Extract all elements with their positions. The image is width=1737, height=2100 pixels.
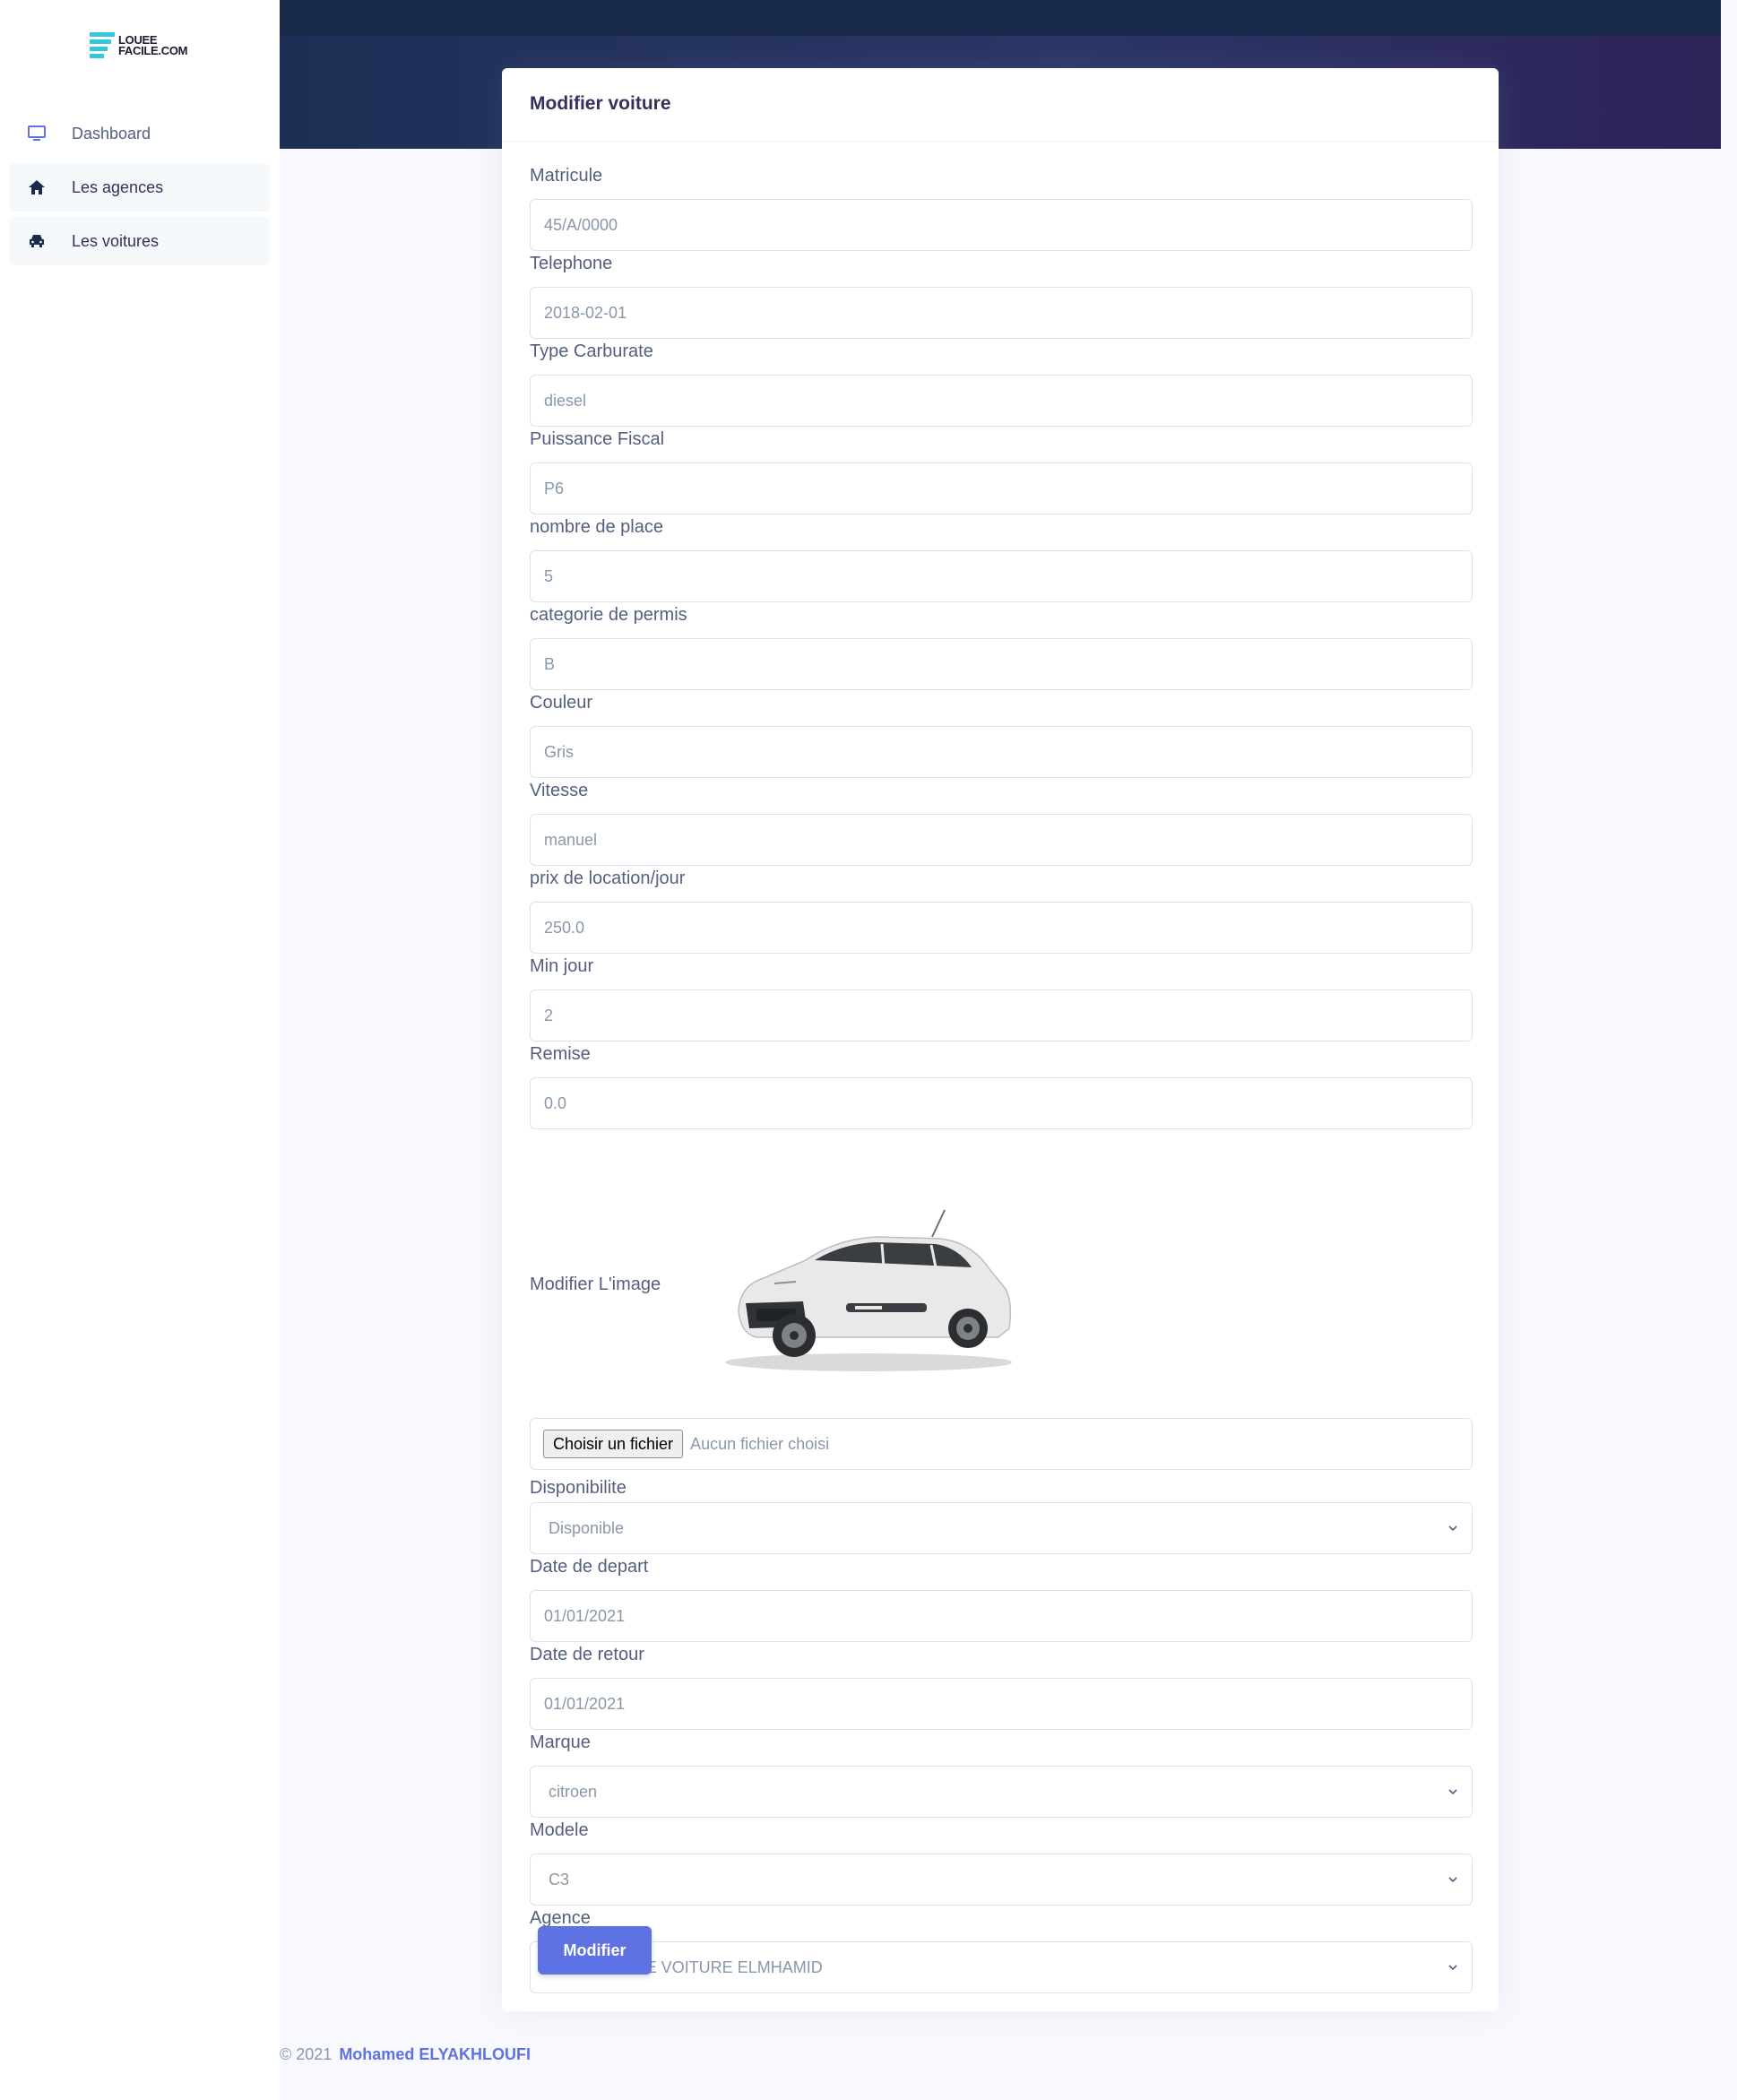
lower-fields: Disponibilite Disponible Date de depart …: [530, 1475, 1473, 1993]
field-label: Telephone: [530, 254, 613, 273]
sidebar-item-dashboard[interactable]: Dashboard: [9, 109, 270, 158]
field-label: Date de retour: [530, 1645, 644, 1664]
modele-select[interactable]: C3: [530, 1854, 1473, 1906]
chevron-down-icon: [1448, 1525, 1457, 1532]
edit-car-card: Modifier voiture Matricule 45/A/0000 Tel…: [502, 68, 1499, 2011]
field-date-retour: Date de retour 01/01/2021: [530, 1642, 1473, 1730]
field-remise: Remise 0.0: [530, 1041, 1473, 1129]
matricule-input[interactable]: 45/A/0000: [530, 199, 1473, 251]
car-icon: [27, 231, 47, 251]
edit-car-form: Matricule 45/A/0000 Telephone 2018-02-01…: [530, 163, 1473, 1993]
vitesse-input[interactable]: manuel: [530, 814, 1473, 866]
min-jour-input[interactable]: 2: [530, 990, 1473, 1041]
sidebar: LOUEE FACILE.COM Dashboard Les agences L…: [0, 0, 280, 2100]
field-label: Min jour: [530, 956, 594, 976]
field-label: categorie de permis: [530, 605, 687, 625]
footer-copyright: © 2021: [280, 2045, 333, 2063]
chevron-down-icon: [1448, 1877, 1457, 1883]
chevron-down-icon: [1448, 1965, 1457, 1971]
field-label: Remise: [530, 1044, 591, 1064]
field-couleur: Couleur Gris: [530, 690, 1473, 778]
modifier-button[interactable]: Modifier: [538, 1926, 652, 1975]
categorie-permis-input[interactable]: B: [530, 638, 1473, 690]
image-section: Modifier L'image: [530, 1203, 1473, 1382]
main-content: Modifier voiture Matricule 45/A/0000 Tel…: [280, 0, 1737, 2100]
sidebar-item-label: Dashboard: [72, 124, 151, 143]
brand-logo[interactable]: LOUEE FACILE.COM: [90, 32, 187, 58]
file-upload-field[interactable]: Choisir un fichier Aucun fichier choisi: [530, 1418, 1473, 1470]
puissance-fiscal-input[interactable]: P6: [530, 462, 1473, 514]
choose-file-button[interactable]: Choisir un fichier: [543, 1430, 684, 1458]
field-label: prix de location/jour: [530, 869, 686, 888]
agence-select[interactable]: LOCATION DE VOITURE ELMHAMID: [530, 1941, 1473, 1993]
chevron-down-icon: [1448, 1789, 1457, 1795]
field-label: Marque: [530, 1733, 591, 1752]
field-label: Vitesse: [530, 781, 589, 800]
prix-location-input[interactable]: 250.0: [530, 902, 1473, 954]
sidebar-item-agences[interactable]: Les agences: [9, 163, 270, 212]
car-image: [725, 1209, 1012, 1371]
field-label: Type Carburate: [530, 341, 653, 361]
field-label: nombre de place: [530, 517, 663, 537]
field-label: Agence: [530, 1908, 591, 1928]
field-vitesse: Vitesse manuel: [530, 778, 1473, 866]
file-status: Aucun fichier choisi: [690, 1434, 830, 1453]
monitor-icon: [27, 124, 47, 143]
field-puissance-fiscal: Puissance Fiscal P6: [530, 427, 1473, 514]
field-disponibilite: Disponibilite Disponible: [530, 1475, 1473, 1554]
field-matricule: Matricule 45/A/0000: [530, 163, 1473, 251]
field-label: Puissance Fiscal: [530, 429, 665, 449]
field-telephone: Telephone 2018-02-01: [530, 251, 1473, 339]
footer: © 2021 Mohamed ELYAKHLOUFI: [280, 2045, 531, 2064]
field-prix-location: prix de location/jour 250.0: [530, 866, 1473, 954]
logo-line2: FACILE.COM: [118, 43, 188, 57]
field-label: Date de depart: [530, 1557, 649, 1577]
top-navbar: [280, 0, 1721, 36]
home-icon: [27, 177, 47, 197]
date-retour-input[interactable]: 01/01/2021: [530, 1678, 1473, 1730]
field-agence: Agence LOCATION DE VOITURE ELMHAMID: [530, 1906, 1473, 1993]
field-nombre-place: nombre de place 5: [530, 514, 1473, 602]
sidebar-item-voitures[interactable]: Les voitures: [9, 217, 270, 265]
nombre-place-input[interactable]: 5: [530, 550, 1473, 602]
field-modele: Modele C3: [530, 1818, 1473, 1906]
select-value: citroen: [549, 1783, 598, 1801]
field-date-depart: Date de depart 01/01/2021: [530, 1554, 1473, 1642]
field-label: Disponibilite: [530, 1478, 627, 1498]
logo-text: LOUEE FACILE.COM: [118, 34, 188, 57]
remise-input[interactable]: 0.0: [530, 1077, 1473, 1129]
sidebar-nav: Dashboard Les agences Les voitures: [9, 109, 270, 271]
card-header: Modifier voiture: [502, 68, 1499, 142]
marque-select[interactable]: citroen: [530, 1766, 1473, 1818]
image-label: Modifier L'image: [530, 1275, 661, 1294]
sidebar-item-label: Les voitures: [72, 231, 160, 250]
date-depart-input[interactable]: 01/01/2021: [530, 1590, 1473, 1642]
disponibilite-select[interactable]: Disponible: [530, 1502, 1473, 1554]
field-label: Modele: [530, 1820, 589, 1840]
telephone-input[interactable]: 2018-02-01: [530, 287, 1473, 339]
field-label: Matricule: [530, 166, 603, 186]
select-value: Disponible: [549, 1519, 625, 1537]
field-type-carburate: Type Carburate diesel: [530, 339, 1473, 427]
field-marque: Marque citroen: [530, 1730, 1473, 1818]
card-title: Modifier voiture: [530, 93, 671, 114]
field-categorie-permis: categorie de permis B: [530, 602, 1473, 690]
logo-mark-icon: [90, 32, 115, 58]
field-label: Couleur: [530, 693, 593, 713]
type-carburate-input[interactable]: diesel: [530, 375, 1473, 427]
couleur-input[interactable]: Gris: [530, 726, 1473, 778]
sidebar-item-label: Les agences: [72, 177, 164, 196]
field-min-jour: Min jour 2: [530, 954, 1473, 1041]
select-value: C3: [549, 1871, 570, 1888]
footer-author-link[interactable]: Mohamed ELYAKHLOUFI: [339, 2045, 531, 2063]
